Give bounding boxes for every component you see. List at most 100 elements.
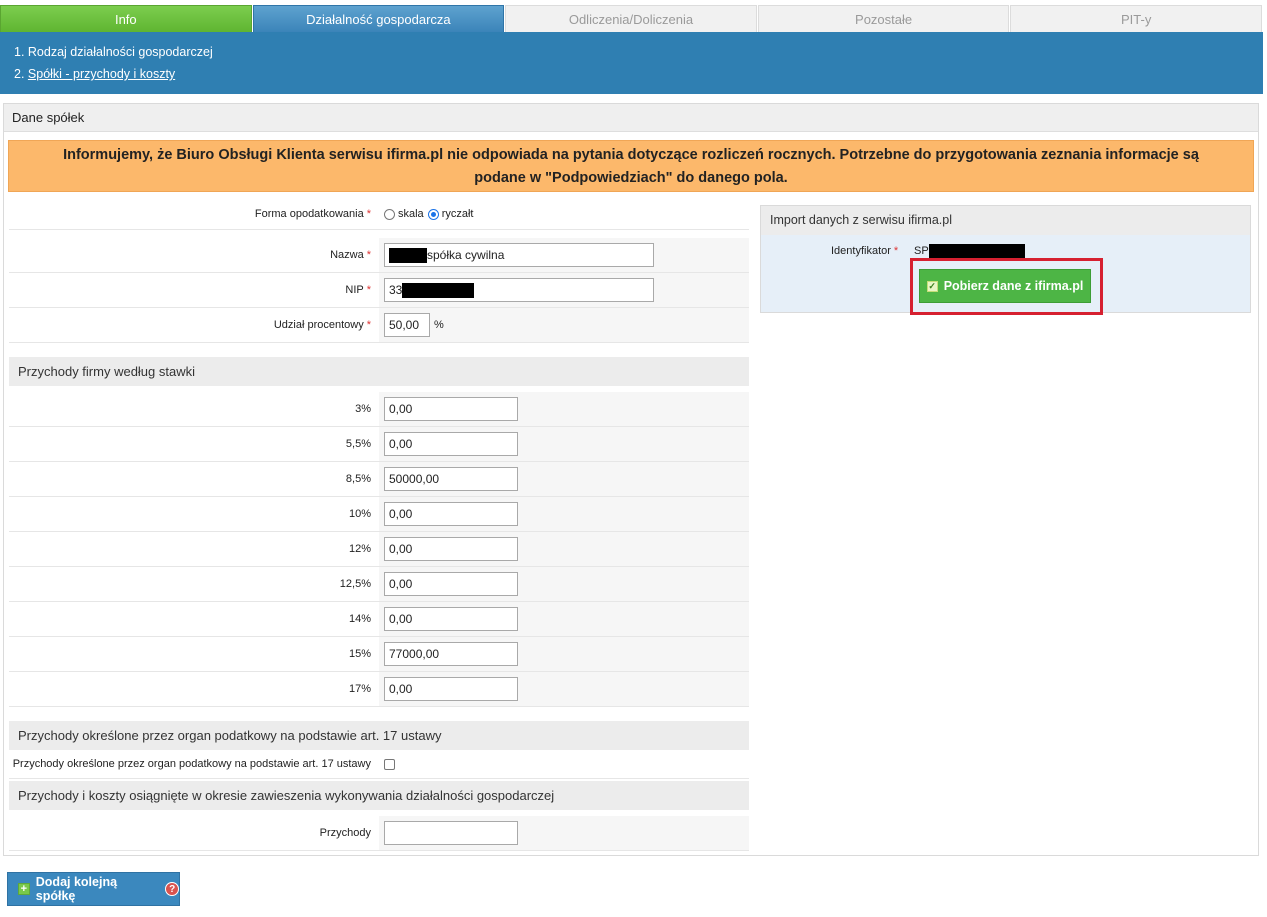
suspension-income-cell (379, 816, 749, 850)
row-share: Udział procentowy * 50,00 % (9, 308, 749, 343)
import-data-button[interactable]: ✓ Pobierz dane z ifirma.pl (919, 269, 1091, 303)
rate-label: 12,5% (9, 567, 379, 601)
row-nip: NIP * 33 (9, 273, 749, 308)
tab-bar: Info Działalność gospodarcza Odliczenia/… (0, 5, 1263, 32)
rate-cell: 0,00 (379, 392, 749, 426)
name-label: Nazwa * (9, 238, 379, 272)
redacted-block (389, 248, 427, 264)
panel-title: Dane spółek (4, 104, 1258, 132)
rate-input[interactable]: 0,00 (384, 397, 518, 421)
rate-input[interactable]: 50000,00 (384, 467, 518, 491)
step-2[interactable]: 2. Spółki - przychody i koszty (14, 64, 1249, 86)
art17-checkbox[interactable] (384, 758, 395, 770)
add-company-button[interactable]: + Dodaj kolejną spółkę ? (7, 872, 180, 906)
tab-other[interactable]: Pozostałe (757, 5, 1010, 32)
step-2-number: 2. (14, 67, 28, 81)
rate-input[interactable]: 0,00 (384, 607, 518, 631)
help-icon[interactable]: ? (165, 882, 179, 896)
radio-flat-rate-label: ryczałt (441, 208, 474, 220)
radio-scale-label: skala (398, 208, 424, 220)
tab-pit-forms[interactable]: PIT-y (1010, 5, 1262, 32)
share-input[interactable]: 50,00 (384, 313, 430, 337)
required-mark: * (893, 245, 899, 257)
rate-label: 5,5% (9, 427, 379, 461)
name-value: spółka cywilna (427, 248, 505, 262)
suspension-income-label: Przychody (9, 816, 379, 850)
import-button-label: Pobierz dane z ifirma.pl (943, 279, 1084, 293)
art17-cell (379, 750, 749, 778)
rate-input[interactable]: 0,00 (384, 572, 518, 596)
row-art17: Przychody określone przez organ podatkow… (9, 750, 749, 779)
rate-input[interactable]: 0,00 (384, 677, 518, 701)
rate-label: 14% (9, 602, 379, 636)
rate-label: 3% (9, 392, 379, 426)
tab-business-activity[interactable]: Działalność gospodarcza (252, 5, 505, 32)
rate-row: 5,5% 0,00 (9, 427, 749, 462)
tab-deductions[interactable]: Odliczenia/Doliczenia (505, 5, 757, 32)
add-company-label: Dodaj kolejną spółkę (35, 875, 118, 903)
suspension-income-input[interactable] (384, 821, 518, 845)
nip-label-text: NIP (345, 284, 364, 296)
rate-cell: 0,00 (379, 672, 749, 706)
share-label-text: Udział procentowy (273, 319, 364, 331)
rate-label: 8,5% (9, 462, 379, 496)
import-id-value: SP (914, 244, 1025, 258)
nip-input[interactable]: 33 (384, 278, 654, 302)
row-suspension-income: Przychody (9, 816, 749, 851)
revenue-rate-rows: 3% 0,00 5,5% 0,00 8,5% 50000,00 10% 0,00 12% 0,00… (9, 392, 749, 707)
radio-flat-rate-circle[interactable] (427, 208, 439, 220)
name-input[interactable]: spółka cywilna (384, 243, 654, 267)
rate-row: 3% 0,00 (9, 392, 749, 427)
info-notice: Informujemy, że Biuro Obsługi Klienta se… (8, 140, 1254, 192)
step-2-link[interactable]: Spółki - przychody i koszty (28, 67, 175, 81)
import-id-label: Identyfikator * (831, 245, 898, 257)
radio-flat-rate[interactable]: ryczałt (427, 208, 474, 220)
share-label: Udział procentowy * (9, 308, 379, 342)
notice-line-2: podane w "Podpowiedziach" do danego pola… (474, 170, 788, 186)
taxation-label-text: Forma opodatkowania (254, 208, 364, 220)
steps-bar: 1. Rodzaj działalności gospodarczej 2. S… (0, 32, 1263, 94)
rate-input[interactable]: 77000,00 (384, 642, 518, 666)
rate-cell: 0,00 (379, 497, 749, 531)
notice-line-1: Informujemy, że Biuro Obsługi Klienta se… (63, 147, 1199, 163)
required-mark: * (366, 319, 371, 331)
tab-info[interactable]: Info (0, 5, 252, 32)
rate-row: 15% 77000,00 (9, 637, 749, 672)
rate-cell: 0,00 (379, 602, 749, 636)
radio-scale[interactable]: skala (384, 208, 424, 220)
rate-row: 12,5% 0,00 (9, 567, 749, 602)
required-mark: * (366, 284, 371, 296)
percent-unit: % (434, 319, 444, 331)
radio-scale-circle[interactable] (384, 208, 395, 220)
name-cell: spółka cywilna (379, 238, 749, 272)
rate-row: 17% 0,00 (9, 672, 749, 707)
row-name: Nazwa * spółka cywilna (9, 238, 749, 273)
rate-label: 12% (9, 532, 379, 566)
rate-cell: 0,00 (379, 427, 749, 461)
import-id-prefix: SP (914, 244, 929, 257)
art17-section-title: Przychody określone przez organ podatkow… (9, 721, 749, 750)
rate-label: 17% (9, 672, 379, 706)
name-label-text: Nazwa (330, 249, 364, 261)
suspension-section-title: Przychody i koszty osiągnięte w okresie … (9, 781, 749, 810)
import-id-label-text: Identyfikator (831, 245, 891, 257)
required-mark: * (366, 208, 371, 220)
nip-cell: 33 (379, 273, 749, 307)
row-taxation: Forma opodatkowania * skala ryczałt (9, 199, 749, 230)
rate-input[interactable]: 0,00 (384, 432, 518, 456)
redacted-block (402, 283, 475, 299)
share-cell: 50,00 % (379, 308, 749, 342)
rate-row: 12% 0,00 (9, 532, 749, 567)
taxation-options: skala ryczałt (379, 199, 749, 229)
rate-label: 10% (9, 497, 379, 531)
rate-input[interactable]: 0,00 (384, 502, 518, 526)
step-1[interactable]: 1. Rodzaj działalności gospodarczej (14, 42, 1249, 64)
nip-value: 33 (389, 283, 403, 297)
rate-cell: 50000,00 (379, 462, 749, 496)
company-form: Forma opodatkowania * skala ryczałt Nazwa… (9, 199, 749, 851)
import-title: Import danych z serwisu ifirma.pl (761, 206, 1250, 235)
rate-cell: 77000,00 (379, 637, 749, 671)
rate-input[interactable]: 0,00 (384, 537, 518, 561)
rate-cell: 0,00 (379, 532, 749, 566)
